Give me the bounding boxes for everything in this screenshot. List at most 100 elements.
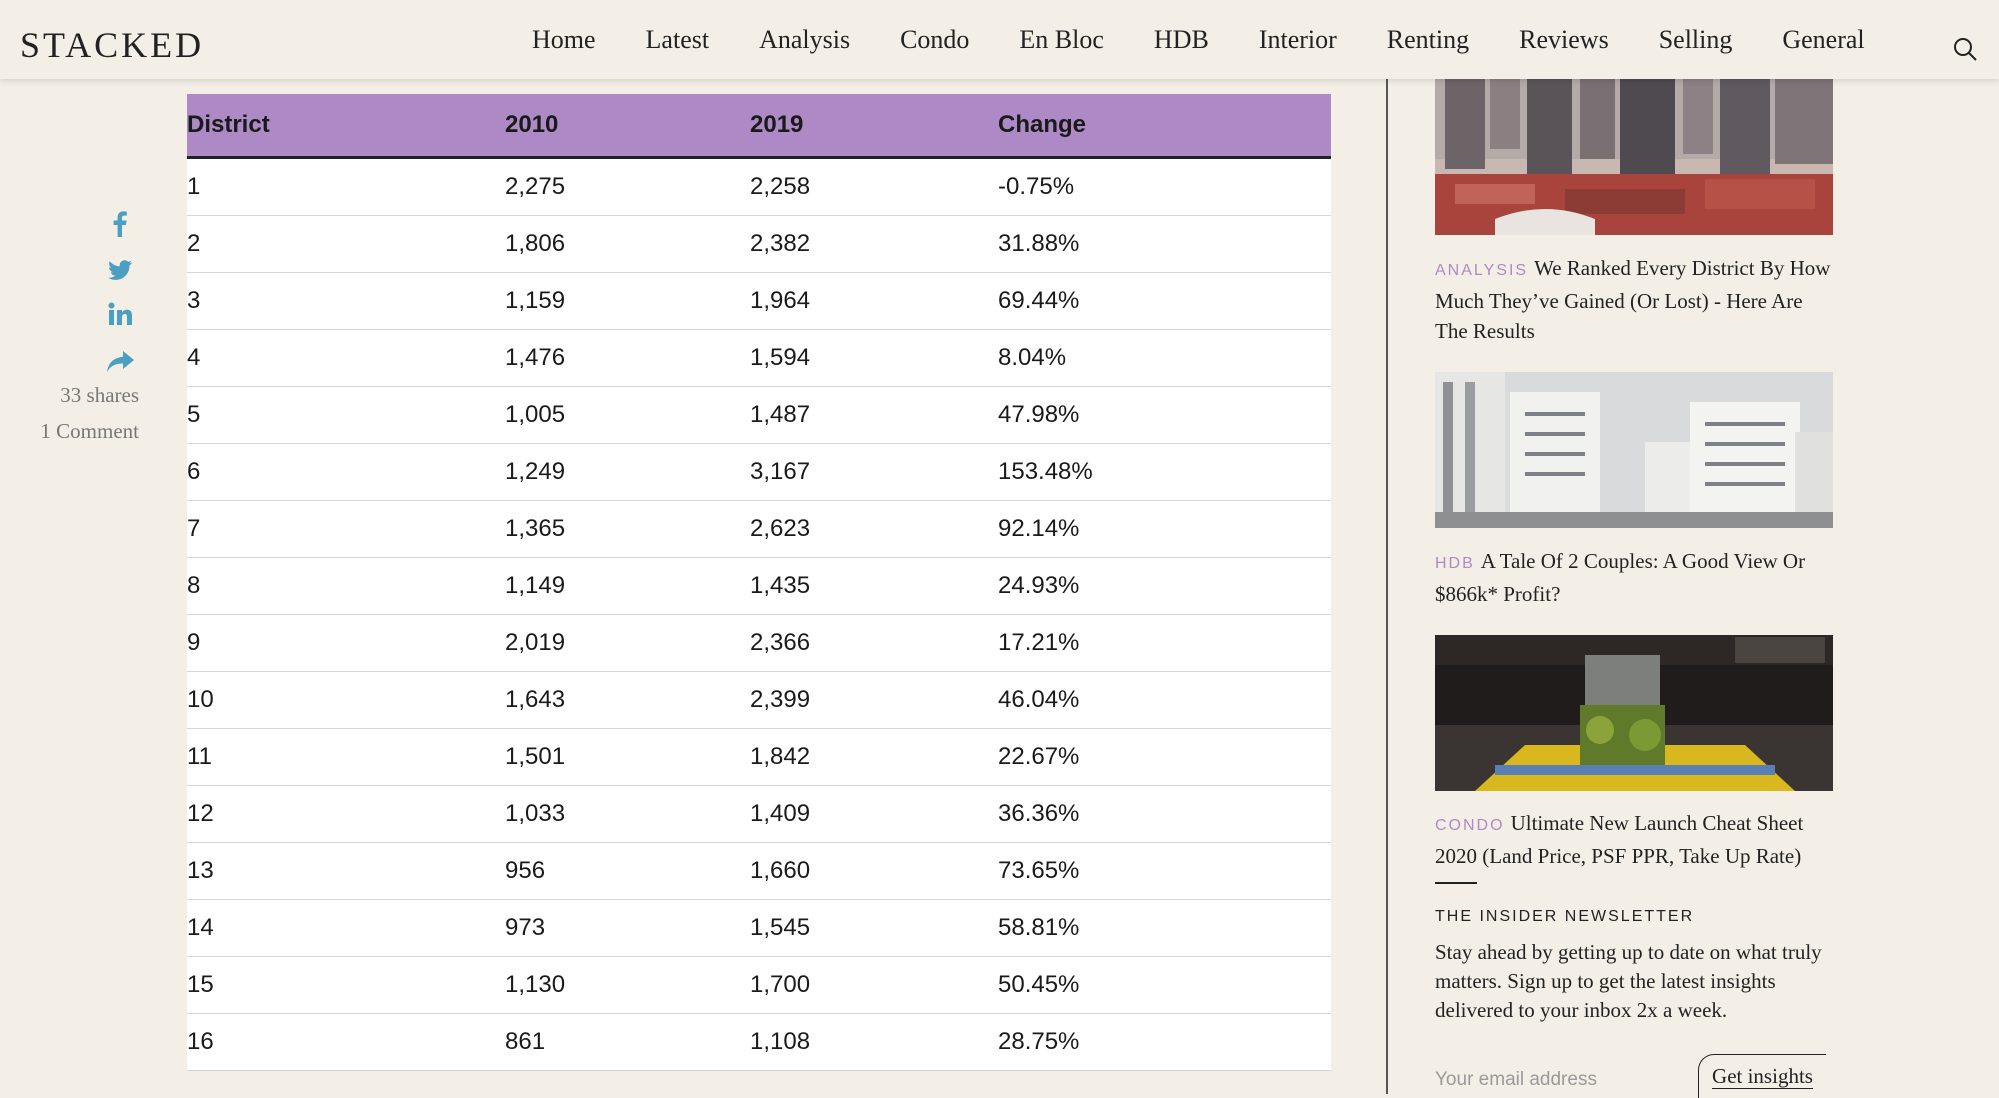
get-insights-label: Get insights [1712,1064,1813,1089]
article-category[interactable]: CONDO [1435,817,1505,834]
district-cell: 7 [187,500,505,558]
district-price-table: District 2010 2019 Change 1 2,275 2,258 -0.… [187,94,1331,1071]
share-arrow-icon[interactable] [105,346,135,376]
nav-interior[interactable]: Interior [1259,25,1337,55]
table-row: 10 1,643 2,399 46.04% [187,671,1331,729]
site-logo[interactable]: STACKED [20,24,204,66]
nav-hdb[interactable]: HDB [1154,25,1209,55]
price-2019-cell: 1,409 [750,785,998,843]
price-2010-cell: 1,476 [505,329,750,387]
change-cell: 31.88% [998,215,1331,273]
table-row: 4 1,476 1,594 8.04% [187,329,1331,387]
table-row: 3 1,159 1,964 69.44% [187,272,1331,330]
district-cell: 13 [187,842,505,900]
price-2010-cell: 861 [505,1013,750,1071]
comment-count[interactable]: 1 Comment [40,419,139,444]
change-cell: 153.48% [998,443,1331,501]
article-category[interactable]: ANALYSIS [1435,262,1528,279]
nav-selling[interactable]: Selling [1659,25,1733,55]
nav-reviews[interactable]: Reviews [1519,25,1609,55]
price-2019-cell: 2,623 [750,500,998,558]
newsletter-description: Stay ahead by getting up to date on what… [1435,940,1822,1022]
price-2019-cell: 1,842 [750,728,998,786]
table-row: 8 1,149 1,435 24.93% [187,557,1331,615]
column-header: District [187,94,505,159]
change-cell: 8.04% [998,329,1331,387]
article-link[interactable]: CONDO Ultimate New Launch Cheat Sheet 202… [1435,808,1833,871]
district-cell: 2 [187,215,505,273]
price-2019-cell: 1,487 [750,386,998,444]
table-row: 5 1,005 1,487 47.98% [187,386,1331,444]
article-thumbnail[interactable] [1435,372,1833,528]
price-2019-cell: 3,167 [750,443,998,501]
price-2019-cell: 2,382 [750,215,998,273]
table-row: 7 1,365 2,623 92.14% [187,500,1331,558]
price-2019-cell: 1,108 [750,1013,998,1071]
change-cell: 22.67% [998,728,1331,786]
nav-analysis[interactable]: Analysis [759,25,850,55]
table-row: 9 2,019 2,366 17.21% [187,614,1331,672]
district-cell: 16 [187,1013,505,1071]
column-header: Change [998,94,1331,159]
table-row: 14 973 1,545 58.81% [187,899,1331,957]
nav-home[interactable]: Home [532,25,596,55]
price-2010-cell: 1,806 [505,215,750,273]
price-2019-cell: 2,399 [750,671,998,729]
newsletter-title: THE INSIDER NEWSLETTER [1435,908,1695,925]
email-field[interactable] [1435,1062,1695,1098]
get-insights-button[interactable]: Get insights [1698,1054,1826,1098]
change-cell: 24.93% [998,557,1331,615]
change-cell: 17.21% [998,614,1331,672]
article-thumbnail[interactable] [1435,79,1833,235]
district-cell: 5 [187,386,505,444]
change-cell: 47.98% [998,386,1331,444]
price-2019-cell: 1,435 [750,557,998,615]
article-link[interactable]: ANALYSIS We Ranked Every District By How … [1435,253,1833,346]
table-row: 2 1,806 2,382 31.88% [187,215,1331,273]
district-cell: 15 [187,956,505,1014]
column-header: 2010 [505,94,750,159]
price-2019-cell: 1,660 [750,842,998,900]
table-row: 12 1,033 1,409 36.36% [187,785,1331,843]
change-cell: 73.65% [998,842,1331,900]
price-2010-cell: 1,130 [505,956,750,1014]
twitter-icon[interactable] [105,255,135,285]
article-link[interactable]: HDB A Tale Of 2 Couples: A Good View Or $… [1435,546,1833,609]
change-cell: 28.75% [998,1013,1331,1071]
price-2019-cell: 2,366 [750,614,998,672]
district-cell: 4 [187,329,505,387]
search-icon[interactable] [1952,36,1978,62]
price-2010-cell: 1,365 [505,500,750,558]
table-row: 11 1,501 1,842 22.67% [187,728,1331,786]
nav-general[interactable]: General [1782,25,1864,55]
price-2010-cell: 1,005 [505,386,750,444]
table-row: 13 956 1,660 73.65% [187,842,1331,900]
price-2010-cell: 1,249 [505,443,750,501]
article-category[interactable]: HDB [1435,555,1475,572]
table-row: 16 861 1,108 28.75% [187,1013,1331,1071]
district-cell: 11 [187,728,505,786]
nav-condo[interactable]: Condo [900,25,969,55]
table-row: 6 1,249 3,167 153.48% [187,443,1331,501]
price-2019-cell: 2,258 [750,157,998,216]
price-2019-cell: 1,594 [750,329,998,387]
district-cell: 6 [187,443,505,501]
column-divider [1386,79,1388,1094]
price-2010-cell: 2,019 [505,614,750,672]
price-2010-cell: 1,149 [505,557,750,615]
district-cell: 12 [187,785,505,843]
nav-latest[interactable]: Latest [646,25,710,55]
article-title[interactable]: A Tale Of 2 Couples: A Good View Or $866… [1435,549,1805,606]
section-rule [1435,882,1477,884]
facebook-icon[interactable] [105,209,135,239]
article-thumbnail[interactable] [1435,635,1833,791]
price-2019-cell: 1,545 [750,899,998,957]
nav-en-bloc[interactable]: En Bloc [1019,25,1104,55]
nav-renting[interactable]: Renting [1387,25,1469,55]
site-header: STACKED Home Latest Analysis Condo En Bl… [0,0,1999,79]
price-2010-cell: 1,033 [505,785,750,843]
price-2010-cell: 1,159 [505,272,750,330]
linkedin-icon[interactable] [105,300,135,330]
table-row: 15 1,130 1,700 50.45% [187,956,1331,1014]
district-cell: 10 [187,671,505,729]
